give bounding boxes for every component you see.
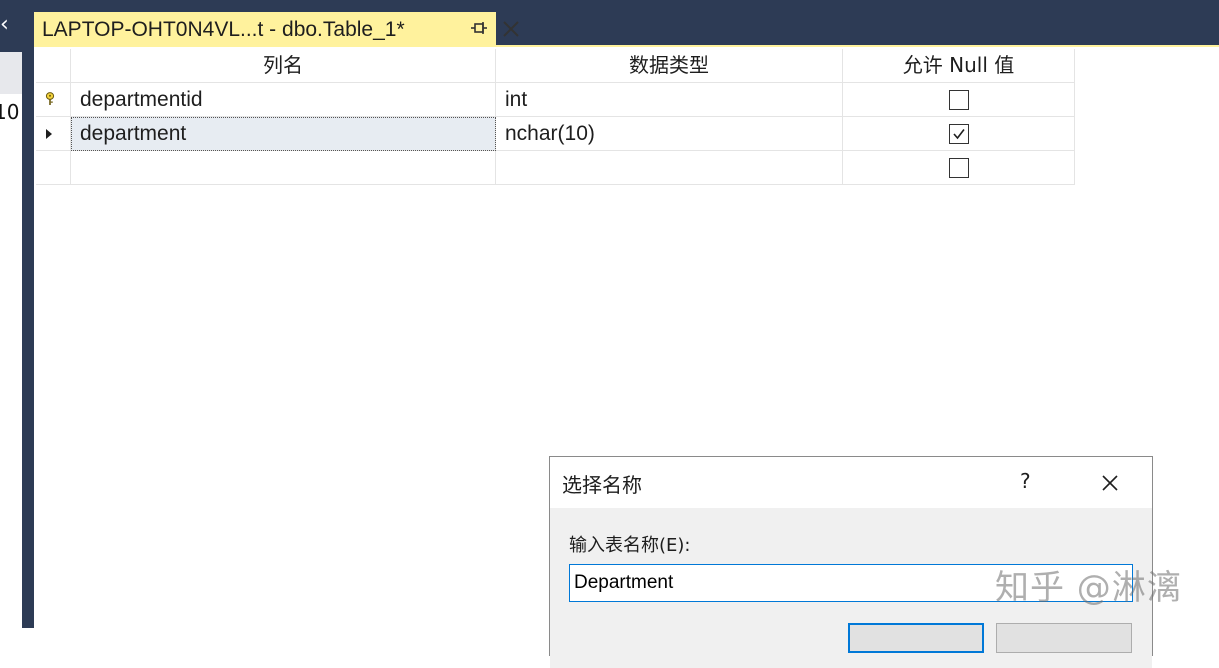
- pin-icon[interactable]: [470, 19, 488, 39]
- dialog-close-icon[interactable]: [1099, 472, 1121, 494]
- table-row[interactable]: department nchar(10): [36, 117, 1075, 151]
- left-panel-toolbar: [0, 52, 22, 94]
- row-selector[interactable]: [36, 83, 71, 117]
- header-column-name[interactable]: 列名: [71, 49, 496, 83]
- data-type-cell[interactable]: nchar(10): [496, 117, 843, 151]
- collapse-chevron-icon[interactable]: ‹: [0, 12, 22, 38]
- row-selector[interactable]: [36, 151, 71, 185]
- document-tab-title: LAPTOP-OHT0N4VL...t - dbo.Table_1*: [42, 17, 405, 41]
- table-name-label: 输入表名称(E):: [569, 535, 691, 556]
- choose-name-dialog: 选择名称 ? 输入表名称(E):: [549, 456, 1153, 668]
- dialog-title: 选择名称: [562, 473, 642, 497]
- data-type-cell[interactable]: [496, 151, 843, 185]
- left-panel-border: [22, 0, 34, 628]
- header-allow-null[interactable]: 允许 Null 值: [843, 49, 1075, 83]
- check-icon: [953, 129, 965, 140]
- data-type-cell[interactable]: int: [496, 83, 843, 117]
- allow-null-cell: [843, 117, 1075, 151]
- allow-null-cell: [843, 83, 1075, 117]
- allow-null-checkbox[interactable]: [949, 90, 969, 110]
- column-name-cell[interactable]: departmentid: [71, 83, 496, 117]
- row-selector[interactable]: [36, 117, 71, 151]
- left-panel-partial-text: 10: [0, 100, 20, 124]
- table-row[interactable]: departmentid int: [36, 83, 1075, 117]
- header-data-type[interactable]: 数据类型: [496, 49, 843, 83]
- column-name-cell[interactable]: department: [71, 117, 496, 151]
- table-row-empty[interactable]: [36, 151, 1075, 185]
- row-pointer-icon: [46, 129, 52, 139]
- help-button[interactable]: ?: [1020, 469, 1031, 493]
- column-name-cell[interactable]: [71, 151, 496, 185]
- close-icon[interactable]: [500, 18, 522, 40]
- document-tab[interactable]: LAPTOP-OHT0N4VL...t - dbo.Table_1*: [34, 12, 519, 47]
- primary-key-icon: [45, 92, 55, 105]
- grid-header-row: 列名 数据类型 允许 Null 值: [36, 49, 1075, 83]
- header-row-selector: [36, 49, 71, 83]
- allow-null-cell: [843, 151, 1075, 185]
- allow-null-checkbox[interactable]: [949, 124, 969, 144]
- allow-null-checkbox[interactable]: [949, 158, 969, 178]
- left-panel[interactable]: ‹ 10: [0, 0, 22, 628]
- watermark: 知乎 @淋漓: [995, 568, 1182, 608]
